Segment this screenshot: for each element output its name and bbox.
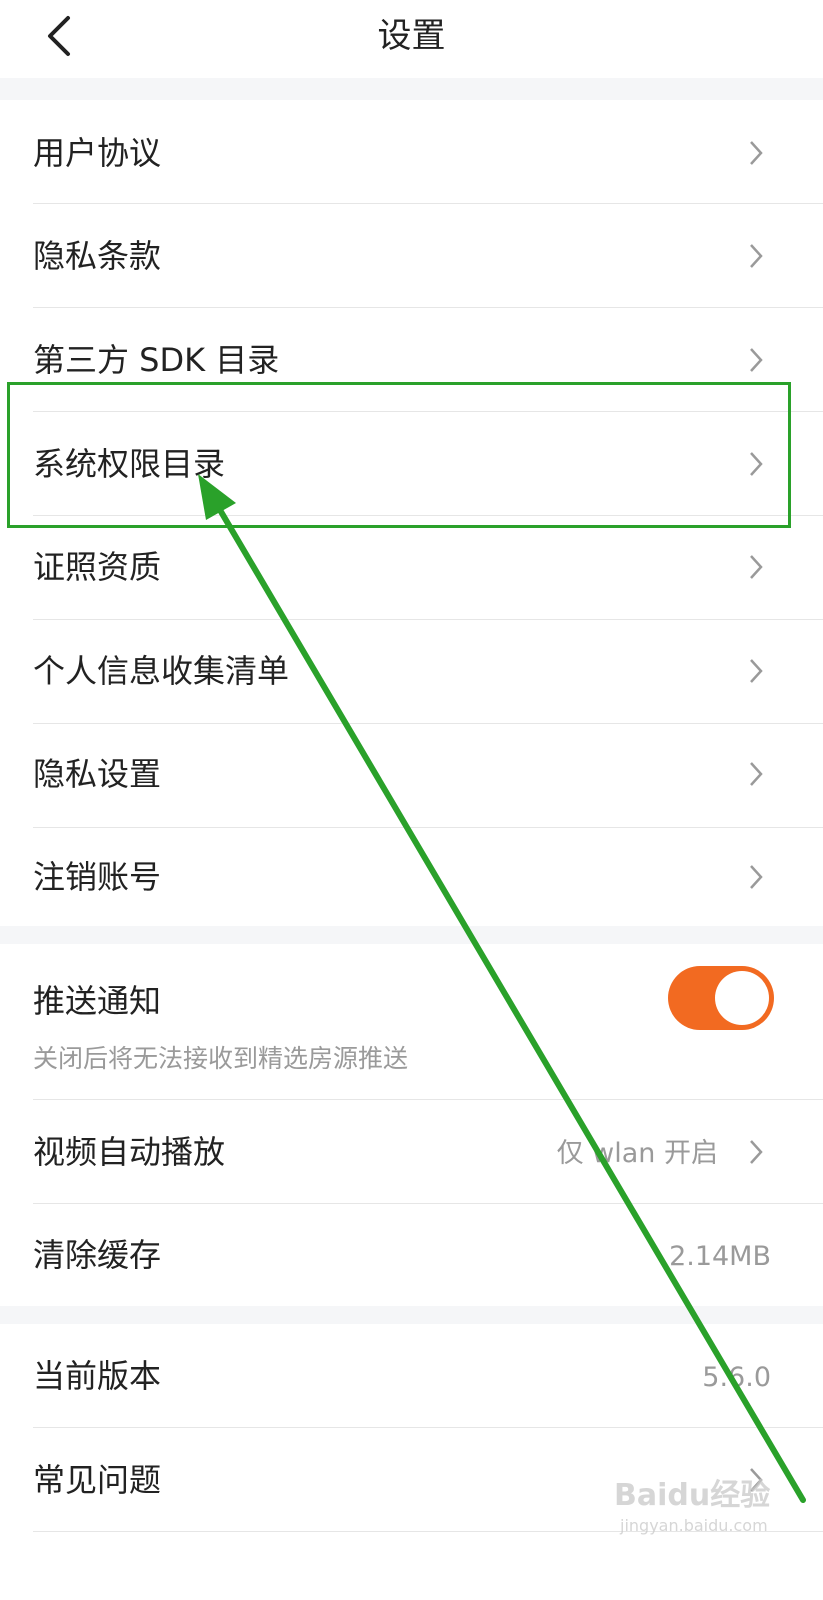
settings-item-label: 视频自动播放 <box>33 1133 226 1171</box>
chevron-right-icon <box>750 555 763 579</box>
settings-item-label: 用户协议 <box>33 134 162 172</box>
cache-size-value: 2.14MB <box>669 1241 771 1272</box>
annotation-highlight-box <box>7 382 791 528</box>
settings-item-privacy-settings[interactable]: 隐私设置 <box>0 724 823 828</box>
toggle-knob <box>715 971 769 1025</box>
settings-item-licenses[interactable]: 证照资质 <box>0 516 823 620</box>
settings-item-value: 仅 wlan 开启 <box>556 1138 718 1169</box>
chevron-right-icon <box>750 244 763 268</box>
settings-item-label: 隐私条款 <box>33 237 162 275</box>
settings-item-label: 证照资质 <box>33 548 162 586</box>
settings-item-label: 常见问题 <box>33 1461 162 1499</box>
version-value: 5.6.0 <box>702 1362 771 1393</box>
page-title: 设置 <box>377 16 446 56</box>
settings-item-label: 第三方 SDK 目录 <box>33 341 280 379</box>
settings-item-label: 注销账号 <box>33 858 162 896</box>
settings-item-label: 个人信息收集清单 <box>33 652 290 690</box>
settings-item-label: 推送通知 <box>33 982 162 1020</box>
settings-item-clear-cache[interactable]: 清除缓存 2.14MB <box>0 1204 823 1306</box>
settings-item-personal-info-list[interactable]: 个人信息收集清单 <box>0 620 823 724</box>
settings-item-label: 隐私设置 <box>33 755 162 793</box>
watermark-url: jingyan.baidu.com <box>620 1516 768 1535</box>
settings-item-push-notifications: 推送通知 关闭后将无法接收到精选房源推送 <box>0 944 823 1100</box>
chevron-right-icon <box>750 659 763 683</box>
settings-item-video-autoplay[interactable]: 视频自动播放 仅 wlan 开启 <box>0 1100 823 1204</box>
settings-group-about: 当前版本 5.6.0 常见问题 <box>0 1324 823 1600</box>
chevron-right-icon <box>750 865 763 889</box>
chevron-right-icon <box>750 141 763 165</box>
chevron-right-icon <box>750 1140 763 1164</box>
settings-item-description: 关闭后将无法接收到精选房源推送 <box>33 1044 409 1073</box>
baidu-watermark-logo: Baidu经验 jingyan.baidu.com <box>614 1478 804 1538</box>
watermark-brand: Baidu经验 <box>614 1478 771 1513</box>
chevron-right-icon <box>750 348 763 372</box>
settings-item-label: 当前版本 <box>33 1357 162 1395</box>
settings-item-current-version: 当前版本 5.6.0 <box>0 1324 823 1428</box>
push-notification-toggle[interactable] <box>668 966 774 1030</box>
chevron-right-icon <box>750 762 763 786</box>
settings-group-preferences: 推送通知 关闭后将无法接收到精选房源推送 视频自动播放 仅 wlan 开启 清除… <box>0 944 823 1306</box>
settings-item-user-agreement[interactable]: 用户协议 <box>0 100 823 204</box>
nav-bar: 设置 <box>0 0 823 78</box>
settings-item-privacy-terms[interactable]: 隐私条款 <box>0 204 823 308</box>
settings-item-delete-account[interactable]: 注销账号 <box>0 828 823 926</box>
settings-item-label: 清除缓存 <box>33 1236 162 1274</box>
